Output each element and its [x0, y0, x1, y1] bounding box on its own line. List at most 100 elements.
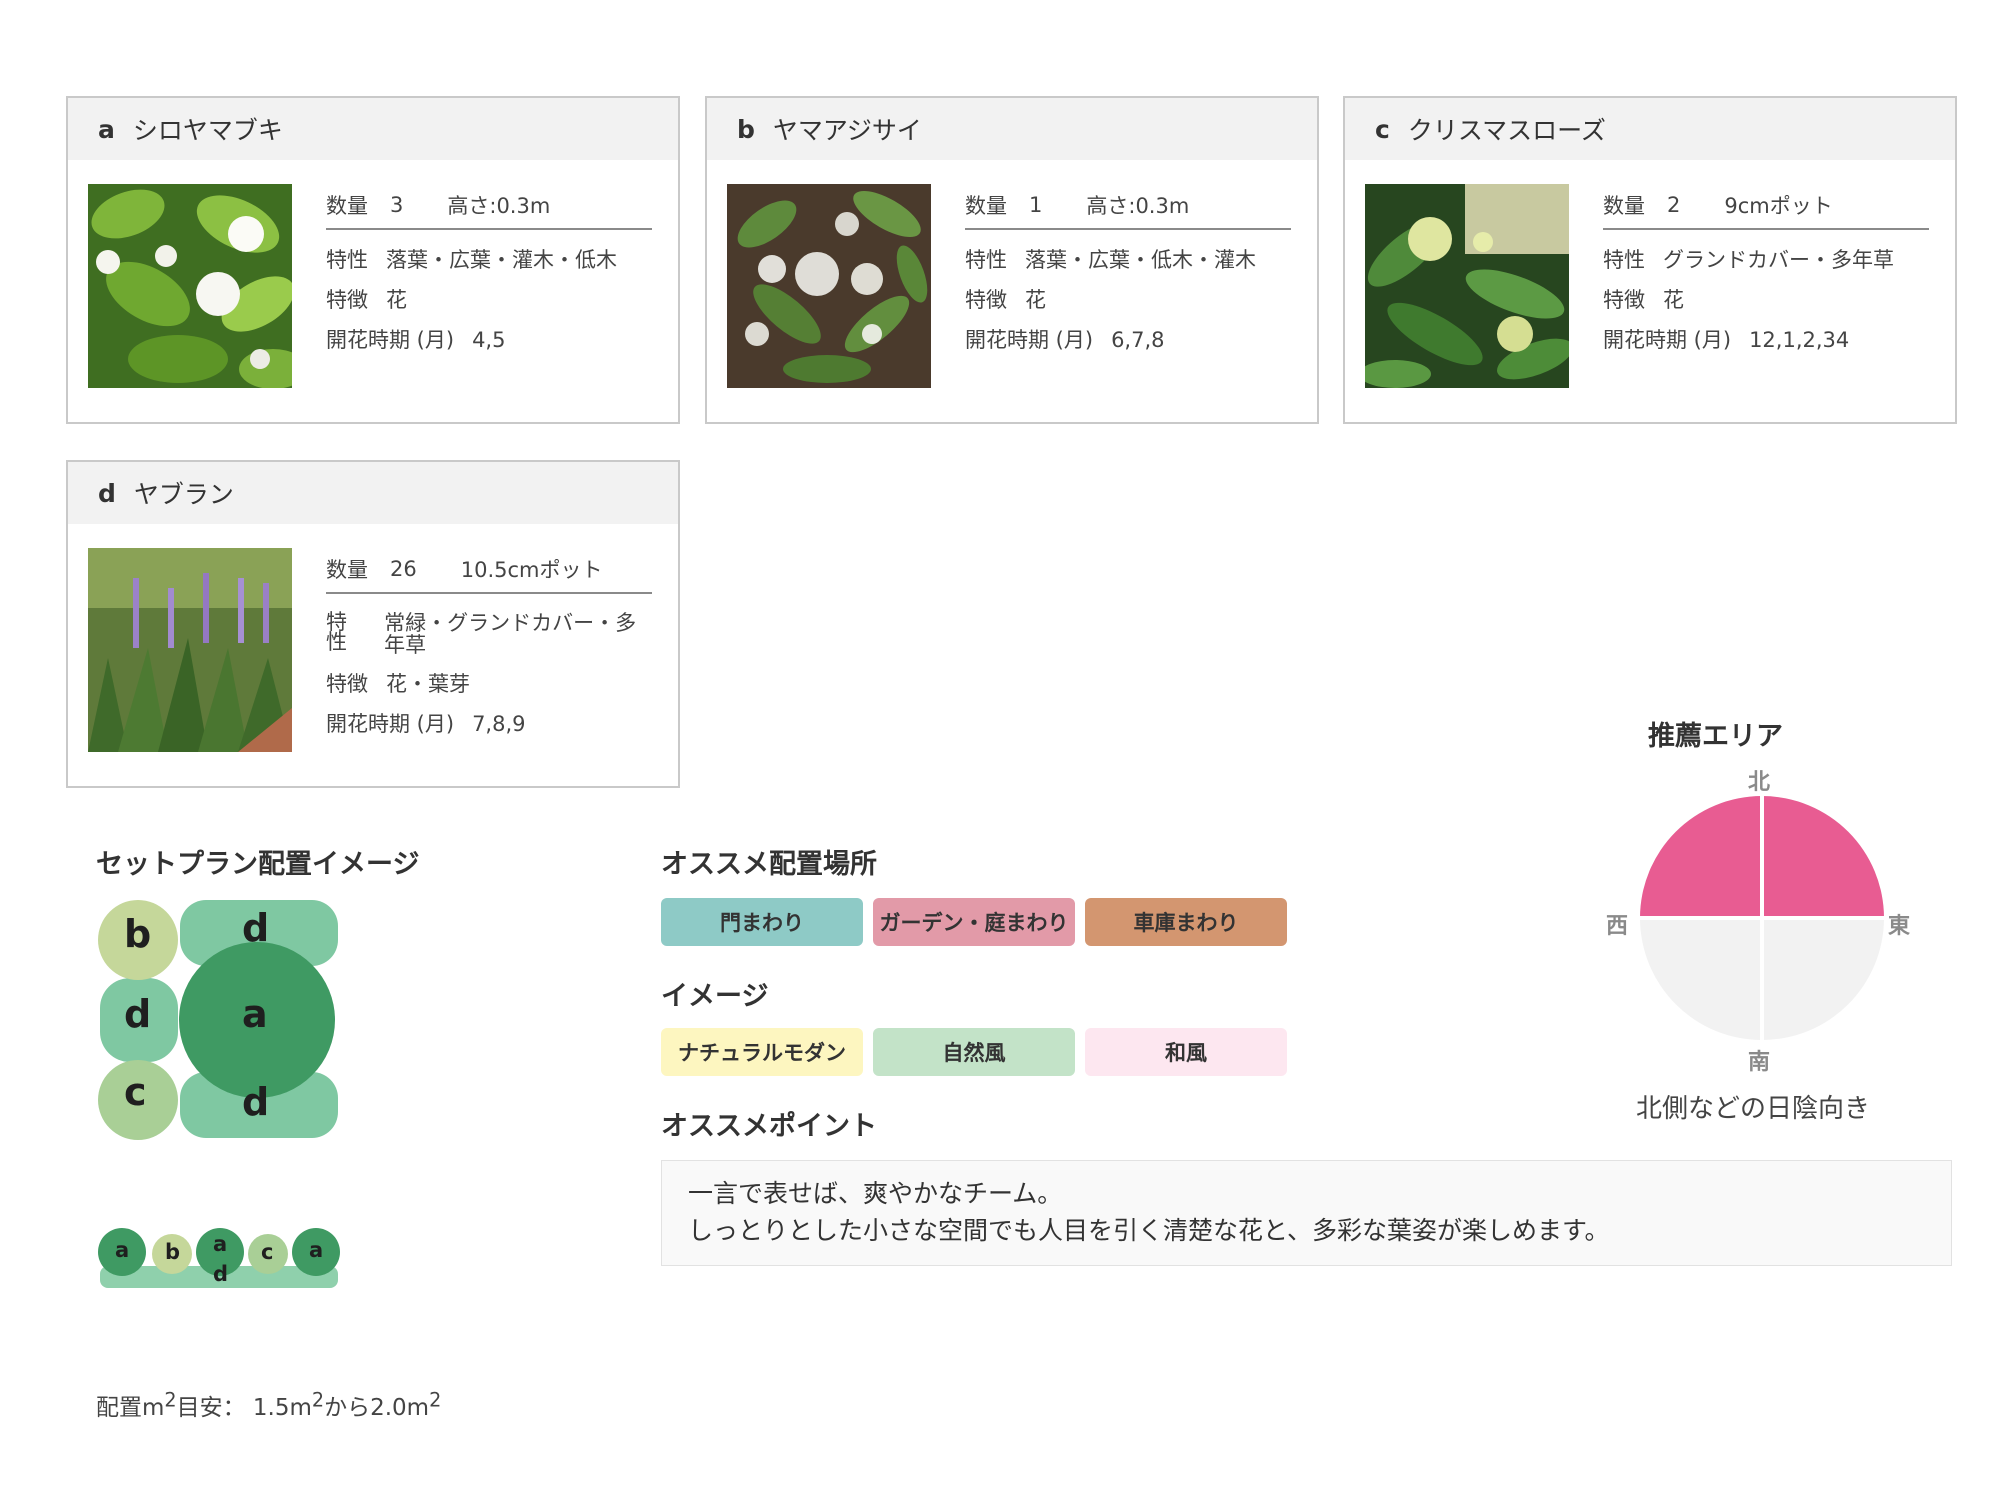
image-tag-natural-modern: ナチュラルモダン [661, 1028, 863, 1076]
plan-label-d-top: d [242, 906, 270, 950]
area-min: 目安： 1.5m [176, 1395, 312, 1421]
bloom-label: 開花時期 (月) [326, 328, 455, 352]
bloom-label: 開花時期 (月) [1603, 328, 1732, 352]
plant-card-d: d ヤブラン 数量 26 10.5cmポット 特性 常緑・グランドカバー・多年草… [66, 460, 680, 788]
row-label-a1: a [115, 1238, 130, 1262]
plant-info: 数量 2 9cmポット 特性 グランドカバー・多年草 特徴 花 開花時期 (月)… [1603, 182, 1929, 352]
size-value: 10.5cmポット [460, 558, 603, 582]
plan-label-a: a [242, 992, 268, 1036]
bloom-value: 7,8,9 [472, 712, 526, 736]
bloom-value: 12,1,2,34 [1749, 328, 1850, 352]
quantity-value: 26 [390, 557, 417, 581]
area-superscript: 2 [429, 1388, 442, 1412]
quantity-label: 数量 [326, 558, 368, 582]
plant-info: 数量 1 高さ:0.3m 特性 落葉・広葉・低木・灌木 特徴 花 開花時期 (月… [965, 182, 1291, 352]
row-label-c: c [261, 1240, 274, 1264]
quantity-row: 数量 3 高さ:0.3m [326, 182, 652, 230]
quantity-row: 数量 2 9cmポット [1603, 182, 1929, 230]
quantity-value: 2 [1667, 193, 1681, 217]
plant-letter: d [98, 478, 116, 508]
trait-label: 特性 [326, 248, 368, 272]
trait-label: 特性 [965, 248, 1007, 272]
plant-info: 数量 3 高さ:0.3m 特性 落葉・広葉・灌木・低木 特徴 花 開花時期 (月… [326, 182, 652, 352]
placement-tag-gate: 門まわり [661, 898, 863, 946]
compass-diagram [1638, 794, 1886, 1042]
plan-label-b: b [124, 912, 152, 956]
plant-card-a: a シロヤマブキ 数量 3 高さ:0.3m 特性 落葉・広葉・灌木・低木 特徴 … [66, 96, 680, 424]
image-tag-japanese: 和風 [1085, 1028, 1287, 1076]
plant-name: クリスマスローズ [1407, 116, 1606, 145]
point-title: オススメポイント [661, 1111, 877, 1142]
bloom-label: 開花時期 (月) [965, 328, 1094, 352]
plant-name: シロヤマブキ [132, 116, 283, 145]
plant-info: 数量 26 10.5cmポット 特性 常緑・グランドカバー・多年草 特徴 花・葉… [326, 546, 652, 736]
feature-value: 花 [1663, 288, 1684, 312]
row-label-a3: a [309, 1238, 324, 1262]
area-caption: 北側などの日陰向き [1636, 1094, 1871, 1124]
area-superscript: 2 [164, 1388, 177, 1412]
quantity-label: 数量 [326, 194, 368, 218]
feature-value: 花 [386, 288, 407, 312]
plant-photo [727, 184, 931, 388]
area-title: 推薦エリア [1648, 721, 1783, 752]
size-value: 9cmポット [1724, 194, 1833, 218]
placement-title: オススメ配置場所 [661, 849, 877, 880]
card-header: d ヤブラン [68, 462, 678, 524]
trait-value: 落葉・広葉・灌木・低木 [386, 248, 617, 272]
size-value: 高さ:0.3m [1086, 194, 1190, 218]
trait-value: 落葉・広葉・低木・灌木 [1025, 248, 1256, 272]
bloom-value: 4,5 [472, 328, 506, 352]
card-header: b ヤマアジサイ [707, 98, 1317, 160]
row-label-d: d [213, 1262, 229, 1286]
trait-label: 特性 [326, 610, 347, 654]
area-superscript: 2 [311, 1388, 325, 1412]
compass-north: 北 [1748, 770, 1771, 795]
layout-plan-title: セットプラン配置イメージ [96, 849, 420, 880]
plant-photo [1365, 184, 1569, 388]
size-value: 高さ:0.3m [447, 194, 551, 218]
layout-plan-grid: b d d a c d [96, 896, 346, 1146]
feature-label: 特徴 [965, 288, 1007, 312]
plant-letter: a [98, 114, 115, 144]
point-line-1: 一言で表せば、爽やかなチーム。 [688, 1179, 1063, 1208]
quantity-label: 数量 [965, 194, 1007, 218]
trait-row: 特性 グランドカバー・多年草 [1603, 248, 1929, 272]
feature-label: 特徴 [326, 288, 368, 312]
feature-row: 特徴 花 [1603, 288, 1929, 312]
bloom-value: 6,7,8 [1111, 328, 1165, 352]
plant-photo [88, 548, 292, 752]
placement-tag-garage: 車庫まわり [1085, 898, 1287, 946]
point-line-2: しっとりとした小さな空間でも人目を引く清楚な花と、多彩な葉姿が楽しめます。 [688, 1216, 1610, 1245]
trait-row: 特性 落葉・広葉・低木・灌木 [965, 248, 1291, 272]
quantity-row: 数量 1 高さ:0.3m [965, 182, 1291, 230]
feature-label: 特徴 [1603, 288, 1645, 312]
feature-label: 特徴 [326, 672, 368, 696]
compass-west: 西 [1606, 914, 1629, 939]
quantity-row: 数量 26 10.5cmポット [326, 546, 652, 594]
image-title: イメージ [661, 981, 769, 1012]
row-label-a2: a [213, 1232, 228, 1256]
bloom-row: 開花時期 (月) 12,1,2,34 [1603, 328, 1929, 352]
trait-value: 常緑・グランドカバー・多年草 [384, 611, 637, 657]
plant-letter: c [1375, 114, 1390, 144]
feature-row: 特徴 花・葉芽 [326, 672, 652, 696]
feature-row: 特徴 花 [965, 288, 1291, 312]
area-max: から2.0m [324, 1395, 430, 1421]
trait-label: 特性 [1603, 248, 1645, 272]
plant-name: ヤブラン [133, 480, 234, 509]
plan-label-c: c [124, 1070, 147, 1114]
layout-area-estimate: 配置m2目安： 1.5m2から2.0m2 [96, 1388, 441, 1422]
card-header: c クリスマスローズ [1345, 98, 1955, 160]
area-prefix: 配置m [96, 1395, 165, 1421]
plant-card-b: b ヤマアジサイ 数量 1 高さ:0.3m 特性 落葉・広葉・低木・灌木 特徴 … [705, 96, 1319, 424]
plan-label-d-bottom: d [242, 1080, 270, 1124]
point-box: 一言で表せば、爽やかなチーム。 しっとりとした小さな空間でも人目を引く清楚な花と… [661, 1160, 1952, 1266]
placement-tag-garden: ガーデン・庭まわり [873, 898, 1075, 946]
plant-card-c: c クリスマスローズ 数量 2 9cmポット 特性 グランドカバー・多年草 特徴 [1343, 96, 1957, 424]
feature-row: 特徴 花 [326, 288, 652, 312]
compass-south: 南 [1748, 1050, 1771, 1075]
trait-row: 特性 常緑・グランドカバー・多年草 [326, 610, 652, 657]
feature-value: 花・葉芽 [386, 672, 470, 696]
row-label-b: b [165, 1240, 181, 1264]
bloom-row: 開花時期 (月) 4,5 [326, 328, 652, 352]
